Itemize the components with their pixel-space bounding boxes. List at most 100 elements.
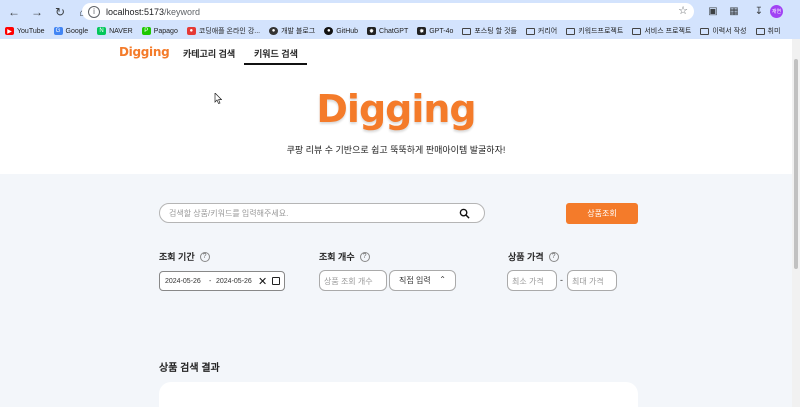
price-separator: - bbox=[560, 275, 563, 285]
period-label-text: 조회 기간 bbox=[159, 252, 195, 262]
folder-icon bbox=[755, 27, 765, 35]
chatgpt-icon: ✸ bbox=[367, 27, 377, 35]
max-price-input[interactable] bbox=[572, 275, 632, 287]
bookmark-label: GitHub bbox=[336, 27, 359, 35]
price-filter-label: 상품 가격 ? bbox=[508, 250, 559, 263]
search-input[interactable] bbox=[169, 207, 449, 220]
folder-icon bbox=[462, 27, 472, 35]
bookmark-star-icon[interactable]: ☆ bbox=[678, 4, 688, 17]
extension-icon[interactable]: ▣ bbox=[706, 4, 720, 18]
bookmark-folder[interactable]: 커리어 bbox=[525, 26, 558, 36]
bookmark-dev-blog[interactable]: ● 개발 블로그 bbox=[269, 26, 315, 36]
price-label-text: 상품 가격 bbox=[508, 252, 544, 262]
globe-icon: ● bbox=[269, 27, 279, 35]
bookmark-folder[interactable]: 취미 bbox=[755, 26, 781, 36]
bookmark-gpt4o[interactable]: ✸ GPT-4o bbox=[417, 27, 453, 35]
back-arrow-icon[interactable]: ← bbox=[5, 3, 23, 21]
hero-section: Digging 카테고리 검색 키워드 검색 Digging 쿠팡 리뷰 수 기… bbox=[0, 39, 792, 174]
bookmark-folder[interactable]: 키워드프로젝트 bbox=[566, 26, 623, 36]
bookmark-google[interactable]: G Google bbox=[53, 27, 89, 35]
min-price-input[interactable] bbox=[512, 275, 572, 287]
site-info-icon[interactable]: i bbox=[88, 5, 100, 18]
bookmark-folder[interactable]: 포스팅 할 것들 bbox=[462, 26, 517, 36]
search-button[interactable]: 상품조회 bbox=[566, 203, 638, 224]
bookmark-label: 서비스 프로젝트 bbox=[644, 28, 692, 35]
address-bar[interactable]: i localhost:5173/keyword ☆ bbox=[82, 3, 694, 20]
profile-avatar[interactable]: 재연 bbox=[770, 5, 783, 18]
reload-icon[interactable]: ↻ bbox=[51, 3, 69, 21]
count-mode-value: 직접 입력 bbox=[399, 276, 431, 285]
folder-icon bbox=[632, 27, 642, 35]
url-host: localhost:5173 bbox=[106, 6, 165, 17]
active-tab-indicator bbox=[244, 63, 307, 65]
papago-icon: P bbox=[141, 27, 151, 35]
bookmark-codingapple[interactable]: ● 코딩애플 온라인 강... bbox=[186, 26, 261, 36]
hero-tagline: 쿠팡 리뷰 수 기반으로 쉽고 뚝뚝하게 판매아이템 발굴하자! bbox=[286, 145, 506, 155]
google-icon: G bbox=[53, 27, 63, 35]
download-icon[interactable]: ↧ bbox=[752, 4, 766, 18]
bookmark-label: 개발 블로그 bbox=[281, 28, 316, 35]
help-icon[interactable]: ? bbox=[548, 251, 559, 262]
bookmark-naver[interactable]: N NAVER bbox=[97, 27, 133, 35]
page-scrollbar[interactable] bbox=[792, 39, 800, 407]
bookmark-label: 키워드프로젝트 bbox=[578, 28, 624, 35]
youtube-icon: ▶ bbox=[5, 27, 14, 35]
folder-icon bbox=[700, 27, 710, 35]
top-navigation: Digging 카테고리 검색 키워드 검색 bbox=[0, 39, 792, 67]
clear-date-icon[interactable]: ✕ bbox=[258, 275, 267, 288]
calendar-icon[interactable] bbox=[272, 277, 280, 285]
bookmark-label: ChatGPT bbox=[379, 27, 409, 35]
hero-title: Digging bbox=[316, 87, 476, 131]
apple-icon: ● bbox=[186, 27, 196, 35]
folder-icon bbox=[525, 27, 535, 35]
search-bar bbox=[159, 203, 485, 223]
tab-keyword-search[interactable]: 키워드 검색 bbox=[254, 47, 298, 60]
bookmark-label: NAVER bbox=[109, 27, 133, 35]
search-icon[interactable] bbox=[459, 208, 470, 219]
bookmark-label: Google bbox=[65, 27, 89, 35]
count-field bbox=[319, 270, 387, 291]
chevron-up-icon: ⌃ bbox=[439, 275, 446, 284]
min-price-field bbox=[507, 270, 572, 291]
bookmark-folder[interactable]: 이력서 작성 bbox=[700, 26, 747, 36]
bookmark-label: 커리어 bbox=[537, 28, 558, 35]
count-mode-select[interactable]: 직접 입력 ⌃ bbox=[389, 270, 456, 291]
url-text: localhost:5173/keyword bbox=[106, 7, 200, 17]
browser-toolbar: ← → ↻ ⌂ i localhost:5173/keyword ☆ ▣ ▦ ↧… bbox=[0, 0, 800, 23]
results-title: 상품 검색 결과 bbox=[159, 363, 220, 374]
bookmark-label: YouTube bbox=[17, 27, 45, 35]
bookmark-label: 코딩애플 온라인 강... bbox=[198, 28, 261, 35]
bookmark-label: 취미 bbox=[767, 28, 781, 35]
end-date[interactable]: 2024-05-26 bbox=[216, 278, 252, 285]
tab-category-search[interactable]: 카테고리 검색 bbox=[183, 47, 235, 60]
count-input[interactable] bbox=[324, 275, 384, 287]
folder-icon bbox=[566, 27, 576, 35]
bookmark-papago[interactable]: P Papago bbox=[141, 27, 178, 35]
bookmark-github[interactable]: ● GitHub bbox=[324, 27, 358, 35]
bookmarks-bar: ▶ YouTube G Google N NAVER P Papago ● 코딩애플 온라… bbox=[0, 23, 800, 39]
bookmark-label: 포스팅 할 것들 bbox=[474, 28, 517, 35]
count-filter-label: 조회 개수 ? bbox=[319, 250, 370, 263]
extensions-puzzle-icon[interactable]: ▦ bbox=[727, 4, 741, 18]
naver-icon: N bbox=[97, 27, 107, 35]
chatgpt-icon: ✸ bbox=[417, 27, 427, 35]
count-label-text: 조회 개수 bbox=[319, 252, 355, 262]
bookmark-youtube[interactable]: ▶ YouTube bbox=[5, 27, 45, 35]
date-range-field[interactable]: 2024-05-26 - 2024-05-26 ✕ bbox=[159, 271, 285, 291]
period-filter-label: 조회 기간 ? bbox=[159, 250, 210, 263]
help-icon[interactable]: ? bbox=[359, 251, 370, 262]
url-path: /keyword bbox=[164, 6, 201, 17]
forward-arrow-icon[interactable]: → bbox=[28, 3, 46, 21]
date-separator: - bbox=[209, 278, 212, 285]
bookmark-chatgpt[interactable]: ✸ ChatGPT bbox=[367, 27, 408, 35]
scrollbar-thumb[interactable] bbox=[794, 59, 798, 269]
results-card bbox=[159, 382, 638, 407]
brand-logo[interactable]: Digging bbox=[119, 45, 170, 59]
bookmark-folder[interactable]: 서비스 프로젝트 bbox=[632, 26, 691, 36]
bookmark-label: 이력서 작성 bbox=[712, 28, 747, 35]
mouse-cursor-icon bbox=[214, 93, 222, 104]
bookmark-label: GPT-4o bbox=[429, 27, 454, 35]
page-viewport: Digging 카테고리 검색 키워드 검색 Digging 쿠팡 리뷰 수 기… bbox=[0, 39, 792, 407]
help-icon[interactable]: ? bbox=[199, 251, 210, 262]
start-date[interactable]: 2024-05-26 bbox=[165, 278, 201, 285]
